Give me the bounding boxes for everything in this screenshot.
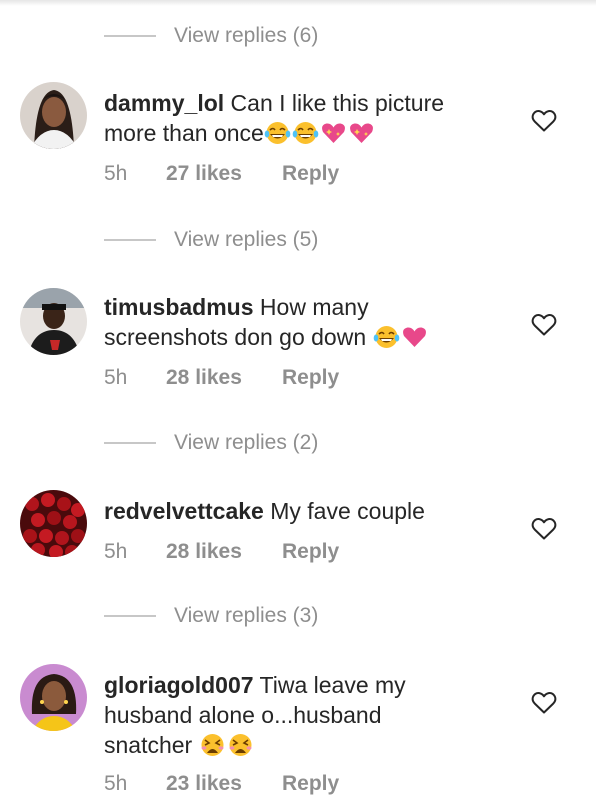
view-replies-button[interactable]: View replies (2)	[104, 431, 318, 455]
view-replies-label: View replies (6)	[174, 24, 319, 47]
view-replies-button[interactable]: View replies (3)	[104, 604, 318, 628]
comment-meta: 5h 23 likes Reply	[104, 772, 339, 796]
comment-meta: 5h 27 likes Reply	[104, 162, 339, 186]
reply-button[interactable]: Reply	[282, 540, 339, 564]
pink-heart-emoji	[401, 325, 428, 349]
replies-divider-line	[104, 35, 156, 37]
comment-text-line3: snatcher	[104, 732, 193, 758]
view-replies-button[interactable]: View replies (6)	[104, 24, 318, 48]
grinning-tears-emoji	[373, 325, 400, 349]
avatar[interactable]	[20, 664, 87, 731]
comment-time: 5h	[104, 772, 128, 795]
heart-outline-icon[interactable]	[531, 109, 557, 133]
likes-count-button[interactable]: 28 likes	[166, 540, 282, 564]
sparkling-heart-emoji	[320, 121, 347, 145]
avatar[interactable]	[20, 490, 87, 557]
tired-face-emoji	[227, 733, 254, 757]
tired-face-emoji	[199, 733, 226, 757]
comment-username[interactable]: redvelvettcake	[104, 498, 264, 524]
likes-count-button[interactable]: 27 likes	[166, 162, 282, 186]
comment-text: How many	[259, 294, 369, 320]
comment-text-line2: screenshots don go down	[104, 324, 367, 350]
view-replies-label: View replies (2)	[174, 431, 319, 454]
comment-meta: 5h 28 likes Reply	[104, 540, 339, 564]
grinning-tears-emoji	[264, 121, 291, 145]
comment-text: My fave couple	[270, 498, 425, 524]
heart-outline-icon[interactable]	[531, 691, 557, 715]
reply-button[interactable]: Reply	[282, 366, 339, 390]
heart-outline-icon[interactable]	[531, 517, 557, 541]
sparkling-heart-emoji	[348, 121, 375, 145]
comment-username[interactable]: gloriagold007	[104, 672, 254, 698]
likes-count-button[interactable]: 28 likes	[166, 366, 282, 390]
avatar[interactable]	[20, 82, 87, 149]
comment-time: 5h	[104, 366, 128, 389]
comment-time: 5h	[104, 162, 128, 185]
comment-body: redvelvettcake My fave couple	[104, 496, 504, 526]
heart-outline-icon[interactable]	[531, 313, 557, 337]
comment-body: timusbadmus How many screenshots don go …	[104, 292, 504, 352]
view-replies-button[interactable]: View replies (5)	[104, 228, 318, 252]
comment-meta: 5h 28 likes Reply	[104, 366, 339, 390]
comment-username[interactable]: timusbadmus	[104, 294, 254, 320]
likes-count-button[interactable]: 23 likes	[166, 772, 282, 796]
avatar[interactable]	[20, 288, 87, 355]
comment-text: Tiwa leave my	[259, 672, 406, 698]
comment-text-line2: husband alone o...husband	[104, 702, 382, 728]
replies-divider-line	[104, 239, 156, 241]
comment-time: 5h	[104, 540, 128, 563]
view-replies-label: View replies (5)	[174, 228, 319, 251]
replies-divider-line	[104, 442, 156, 444]
reply-button[interactable]: Reply	[282, 772, 339, 796]
comment-text-line2: more than once	[104, 120, 264, 146]
view-replies-label: View replies (3)	[174, 604, 319, 627]
reply-button[interactable]: Reply	[282, 162, 339, 186]
comment-body: gloriagold007 Tiwa leave my husband alon…	[104, 670, 504, 760]
comment-body: dammy_lol Can I like this picture more t…	[104, 88, 504, 148]
top-edge-shadow	[0, 0, 596, 6]
comment-username[interactable]: dammy_lol	[104, 90, 224, 116]
replies-divider-line	[104, 615, 156, 617]
grinning-tears-emoji	[292, 121, 319, 145]
comment-text: Can I like this picture	[230, 90, 445, 116]
